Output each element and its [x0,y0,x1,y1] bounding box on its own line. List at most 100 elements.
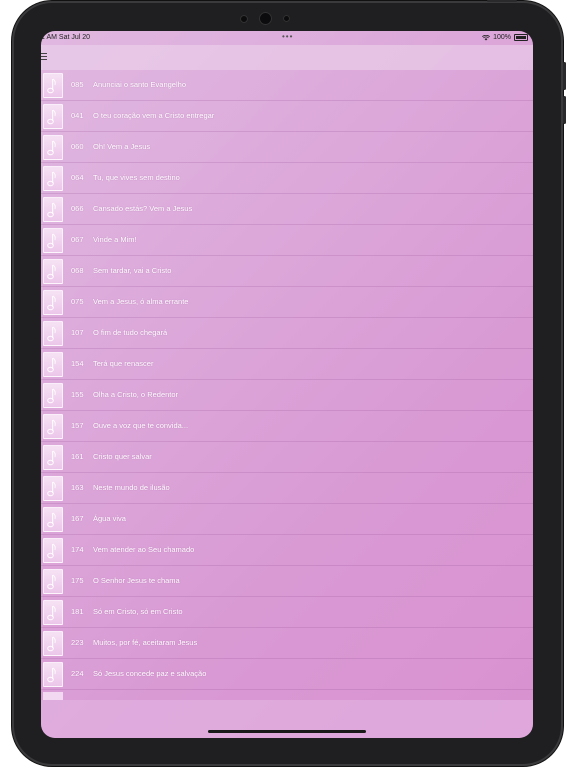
song-thumbnail [43,290,63,315]
music-note-icon [47,450,56,466]
song-row[interactable]: 060 Oh! Vem a Jesus [41,132,533,163]
volume-button [563,62,566,90]
song-label: 066 Cansado estás? Vem a Jesus [71,204,192,213]
music-note-icon [47,109,56,125]
song-row[interactable]: 107 O fim de tudo chegará [41,318,533,349]
song-row[interactable]: 175 O Senhor Jesus te chama [41,566,533,597]
song-number: 161 [71,452,84,461]
song-number: 041 [71,111,84,120]
menu-icon[interactable] [41,53,47,60]
music-note-icon [47,419,56,435]
song-row[interactable]: 154 Terá que renascer [41,349,533,380]
song-number: 064 [71,173,84,182]
multitask-dots-icon[interactable]: ••• [282,32,293,41]
music-note-icon [47,388,56,404]
song-title: Vem atender ao Seu chamado [93,545,195,554]
song-number: 167 [71,514,84,523]
song-thumbnail [43,476,63,501]
song-title: Terá que renascer [93,359,154,368]
song-title: Água viva [93,514,126,523]
song-row[interactable]: 066 Cansado estás? Vem a Jesus [41,194,533,225]
song-label: 085 Anunciai o santo Evangelho [71,80,186,89]
song-row[interactable]: 041 O teu coração vem a Cristo entregar [41,101,533,132]
status-right: 100% [482,34,528,41]
song-row[interactable]: 064 Tu, que vives sem destino [41,163,533,194]
song-thumbnail [43,166,63,191]
song-row[interactable]: 161 Cristo quer salvar [41,442,533,473]
song-row[interactable]: 223 Muitos, por fé, aceitaram Jesus [41,628,533,659]
song-number: 060 [71,142,84,151]
volume-button-lower [563,96,566,124]
song-title: O Senhor Jesus te chama [93,576,180,585]
song-thumbnail [43,507,63,532]
song-number: 163 [71,483,84,492]
song-title: Vem a Jesus, ó alma errante [93,297,189,306]
song-title: Só Jesus concede paz e salvação [93,669,207,678]
song-thumbnail [43,73,63,98]
song-thumbnail [43,662,63,687]
song-title: Muitos, por fé, aceitaram Jesus [93,638,198,647]
battery-percent: 100% [493,34,511,41]
power-button [487,0,517,2]
song-row[interactable]: 085 Anunciai o santo Evangelho [41,70,533,101]
song-label: 223 Muitos, por fé, aceitaram Jesus [71,638,197,647]
song-label: 163 Neste mundo de ilusão [71,483,170,492]
song-number: 224 [71,669,84,678]
song-label: 060 Oh! Vem a Jesus [71,142,150,151]
song-row[interactable]: 068 Sem tardar, vai a Cristo [41,256,533,287]
song-label: 157 Ouve a voz que te convida... [71,421,188,430]
song-thumbnail [43,228,63,253]
song-number: 157 [71,421,84,430]
song-thumbnail [43,259,63,284]
song-title: Vinde a Mim! [93,235,137,244]
music-note-icon [47,326,56,342]
song-thumbnail [43,352,63,377]
song-row[interactable]: 075 Vem a Jesus, ó alma errante [41,287,533,318]
song-title: O fim de tudo chegará [93,328,168,337]
song-title: Cansado estás? Vem a Jesus [93,204,193,213]
music-note-icon [47,295,56,311]
status-time: 1 AM Sat Jul 20 [41,34,91,41]
song-thumbnail [43,692,63,700]
song-title: Anunciai o santo Evangelho [93,80,186,89]
light-sensor-icon [283,15,290,22]
song-row[interactable]: 224 Só Jesus concede paz e salvação [41,659,533,690]
song-label: 075 Vem a Jesus, ó alma errante [71,297,188,306]
song-thumbnail [43,135,63,160]
song-label: 224 Só Jesus concede paz e salvação [71,669,206,678]
song-thumbnail [43,414,63,439]
song-title: Olha a Cristo, o Redentor [93,390,179,399]
song-row[interactable]: 157 Ouve a voz que te convida... [41,411,533,442]
sensor-icon [240,15,248,23]
song-label: 154 Terá que renascer [71,359,153,368]
song-row[interactable]: 155 Olha a Cristo, o Redentor [41,380,533,411]
song-thumbnail [43,104,63,129]
song-label: 181 Só em Cristo, só em Cristo [71,607,183,616]
song-title: Neste mundo de ilusão [93,483,170,492]
song-label: 175 O Senhor Jesus te chama [71,576,180,585]
music-note-icon [47,171,56,187]
song-thumbnail [43,445,63,470]
song-row[interactable]: 067 Vinde a Mim! [41,225,533,256]
song-row[interactable]: 163 Neste mundo de ilusão [41,473,533,504]
song-list[interactable]: 085 Anunciai o santo Evangelho 041 O teu co… [41,70,533,700]
music-note-icon [47,140,56,156]
song-thumbnail [43,569,63,594]
music-note-icon [47,357,56,373]
song-label: 155 Olha a Cristo, o Redentor [71,390,178,399]
song-row[interactable]: 174 Vem atender ao Seu chamado [41,535,533,566]
song-label: 041 O teu coração vem a Cristo entregar [71,111,214,120]
app-screen: 1 AM Sat Jul 20 ••• 100% 085 Anunciai o s… [41,31,533,738]
home-indicator[interactable] [208,730,366,733]
song-row[interactable]: 181 Só em Cristo, só em Cristo [41,597,533,628]
music-note-icon [47,481,56,497]
song-row[interactable]: 167 Água viva [41,504,533,535]
song-label: 107 O fim de tudo chegará [71,328,167,337]
song-number: 154 [71,359,84,368]
music-note-icon [47,574,56,590]
song-number: 066 [71,204,84,213]
music-note-icon [47,605,56,621]
song-number: 085 [71,80,84,89]
song-thumbnail [43,197,63,222]
song-thumbnail [43,631,63,656]
